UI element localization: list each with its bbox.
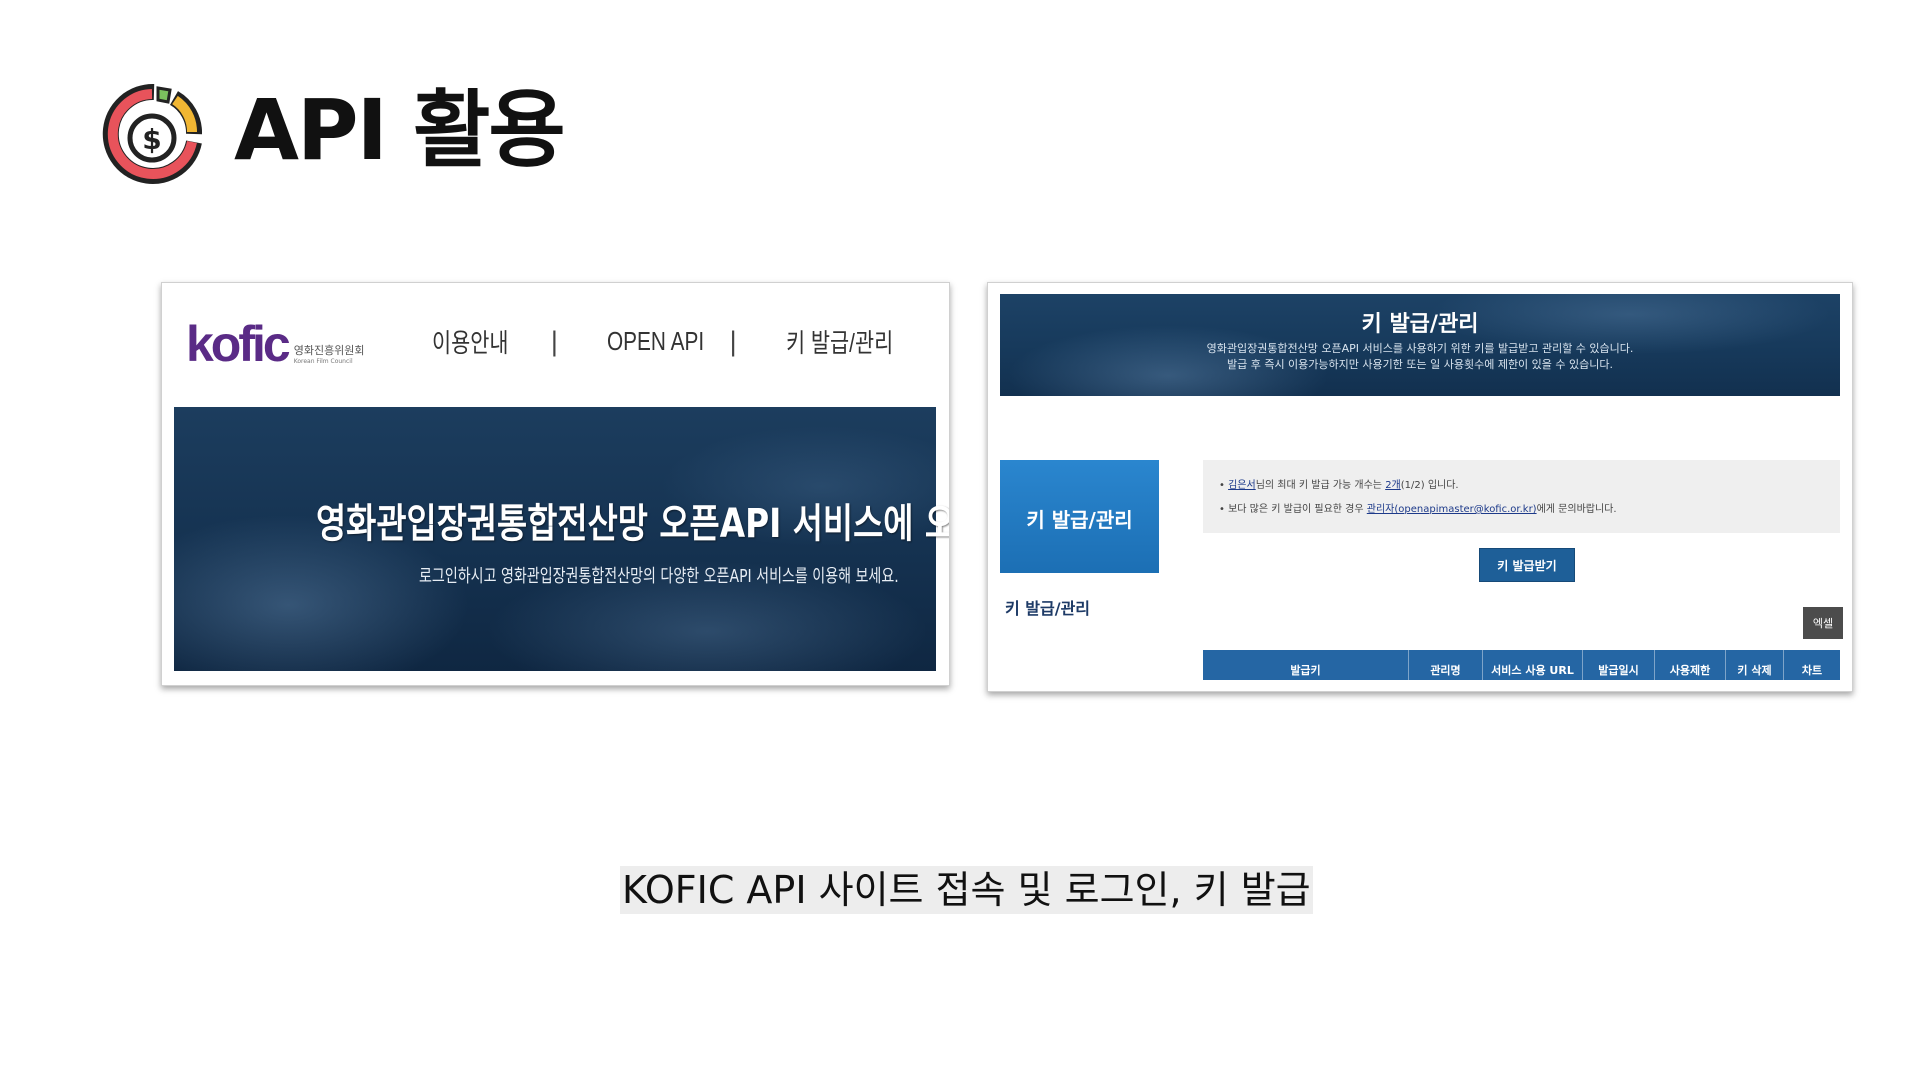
admin-contact-text: 보다 많은 키 발급이 필요한 경우 xyxy=(1228,504,1367,515)
side-menu-box[interactable]: 키 발급/관리 xyxy=(1000,460,1159,573)
bullet: • xyxy=(1219,504,1225,515)
side-menu-box-label: 키 발급/관리 xyxy=(1026,508,1133,532)
column-header-service-url: 서비스 사용 URL xyxy=(1483,650,1583,680)
svg-text:$: $ xyxy=(142,123,161,156)
column-header-delete-key: 키 삭제 xyxy=(1726,650,1784,680)
issue-key-button[interactable]: 키 발급받기 xyxy=(1479,548,1575,582)
key-banner-desc-1: 영화관입장권통합전산망 오픈API 서비스를 사용하기 위한 키를 발급받고 관… xyxy=(1206,342,1634,355)
key-management-screenshot: 키 발급/관리 영화관입장권통합전산망 오픈API 서비스를 사용하기 위한 키… xyxy=(987,282,1853,692)
welcome-banner: 영화관입장권통합전산망 오픈API 서비스에 오신것을 환영합니다. 로그인하시… xyxy=(174,407,949,671)
column-header-chart: 차트 xyxy=(1801,664,1823,677)
nav-usage-guide[interactable]: 이용안내 xyxy=(432,323,509,360)
nav-separator: | xyxy=(728,326,738,357)
column-header-issue-date: 발급일시 xyxy=(1583,650,1655,680)
key-table-header: 발급키 관리명 서비스 사용 URL 발급일시 사용제한 키 삭제 차트 xyxy=(1203,650,1840,680)
column-header-usage-limit: 사용제한 xyxy=(1655,650,1726,680)
key-info-panel: • 김은서님의 최대 키 발급 가능 개수는 2개(1/2) 입니다. • 보다… xyxy=(1203,460,1840,533)
user-name-link[interactable]: 김은서 xyxy=(1228,480,1256,491)
nav-open-api[interactable]: OPEN API xyxy=(607,326,704,357)
key-quota-text: 님의 최대 키 발급 가능 개수는 xyxy=(1255,480,1386,491)
welcome-banner-title: 영화관입장권통합전산망 오픈API 서비스에 오신것을 환영합니다. xyxy=(316,501,949,547)
side-menu-item-key-management[interactable]: 키 발급/관리 xyxy=(1005,595,1090,619)
page-title: API 활용 xyxy=(234,81,566,179)
kofic-home-screenshot: kofic 영화진흥위원회 Korean Film Council 이용안내 |… xyxy=(161,282,950,686)
kofic-logo-text: kofic xyxy=(186,316,291,372)
key-quota-line: • 김은서님의 최대 키 발급 가능 개수는 2개(1/2) 입니다. xyxy=(1219,476,1459,491)
kofic-english-name: Korean Film Council xyxy=(293,358,353,365)
bullet: • xyxy=(1219,480,1225,491)
admin-email-link[interactable]: 관리자(openapimaster@kofic.or.kr) xyxy=(1367,504,1537,515)
excel-export-button[interactable]: 엑셀 xyxy=(1803,607,1843,639)
key-banner-desc-2: 발급 후 즉시 이용가능하지만 사용기한 또는 일 사용횟수에 제한이 있을 수… xyxy=(1226,358,1614,371)
key-banner-title: 키 발급/관리 xyxy=(1361,312,1479,337)
main-nav: 이용안내 | OPEN API | 키 발급/관리 xyxy=(432,323,893,360)
slide-caption: KOFIC API 사이트 접속 및 로그인, 키 발급 xyxy=(620,866,1313,914)
api-logo-icon: $ xyxy=(102,82,206,186)
column-header-manage-name: 관리명 xyxy=(1409,650,1483,680)
kofic-logo[interactable]: kofic 영화진흥위원회 Korean Film Council xyxy=(186,319,365,369)
welcome-banner-subtitle: 로그인하시고 영화관입장권통합전산망의 다양한 오픈API 서비스를 이용해 보… xyxy=(419,566,899,587)
nav-separator: | xyxy=(550,326,559,357)
key-count-link[interactable]: 2개 xyxy=(1385,480,1401,491)
admin-contact-suffix: 에게 문의바랍니다. xyxy=(1536,504,1617,515)
key-quota-suffix: (1/2) 입니다. xyxy=(1400,480,1459,491)
admin-contact-line: • 보다 많은 키 발급이 필요한 경우 관리자(openapimaster@k… xyxy=(1219,500,1617,515)
column-header-key: 발급키 xyxy=(1203,650,1409,680)
key-banner: 키 발급/관리 영화관입장권통합전산망 오픈API 서비스를 사용하기 위한 키… xyxy=(1000,294,1840,396)
kofic-korean-name: 영화진흥위원회 xyxy=(293,344,365,357)
nav-key-management[interactable]: 키 발급/관리 xyxy=(786,323,893,360)
